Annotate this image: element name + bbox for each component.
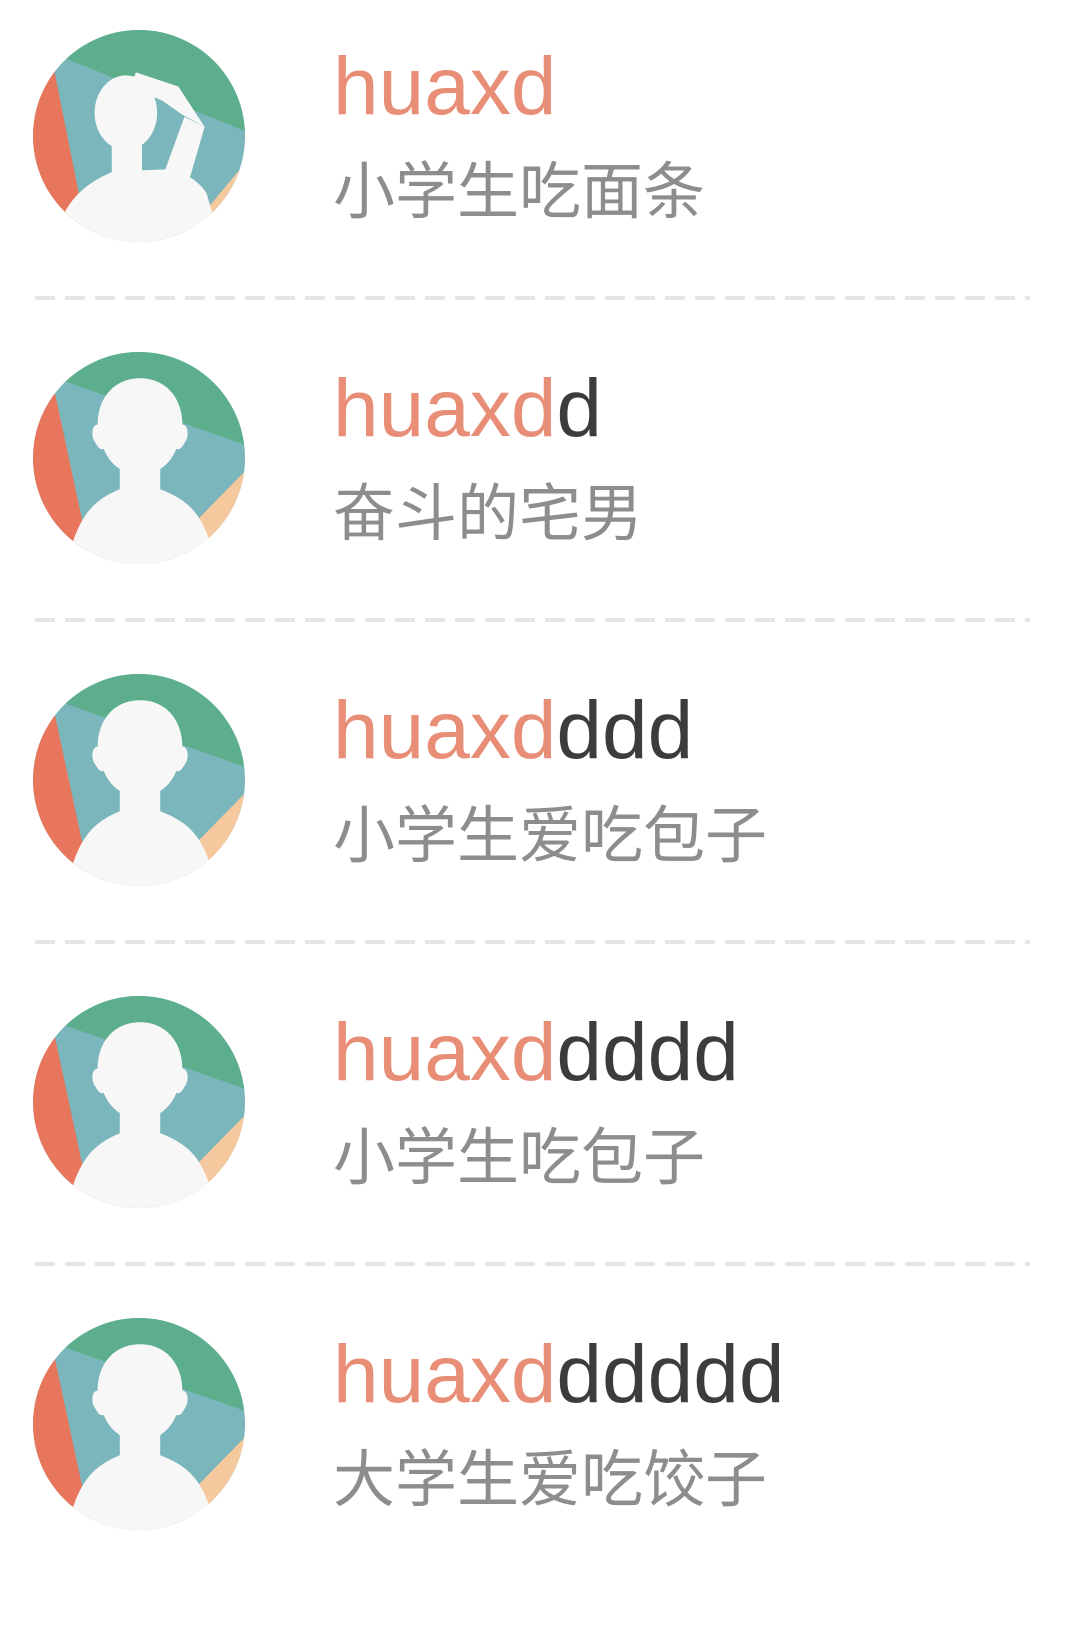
username-match: huaxd (333, 41, 557, 132)
username-match: huaxd (333, 1329, 557, 1420)
divider (35, 940, 1030, 944)
avatar (33, 996, 245, 1208)
person-silhouette-icon (33, 674, 245, 886)
user-list: huaxd 小学生吃面条 huaxdd 奋斗的宅男 huaxdddd 小学生爱吃… (0, 0, 1080, 1610)
username-rest: dddd (556, 1007, 739, 1098)
list-item[interactable]: huaxdddd 小学生爱吃包子 (0, 644, 1080, 966)
divider (35, 296, 1030, 300)
list-item[interactable]: huaxdddddd 大学生爱吃饺子 (0, 1288, 1080, 1610)
avatar (33, 1318, 245, 1530)
username-rest: d (556, 363, 603, 454)
user-signature: 奋斗的宅男 (333, 480, 644, 549)
divider (35, 618, 1030, 622)
salute-silhouette-icon (33, 30, 245, 242)
person-silhouette-icon (33, 352, 245, 564)
avatar (33, 352, 245, 564)
list-item[interactable]: huaxddddd 小学生吃包子 (0, 966, 1080, 1288)
list-item[interactable]: huaxd 小学生吃面条 (0, 0, 1080, 322)
user-signature: 小学生吃面条 (333, 158, 706, 227)
user-signature: 大学生爱吃饺子 (333, 1446, 768, 1515)
username: huaxd (333, 46, 556, 128)
person-silhouette-icon (33, 1318, 245, 1530)
username-match: huaxd (333, 363, 557, 454)
list-item[interactable]: huaxdd 奋斗的宅男 (0, 322, 1080, 644)
username: huaxdddd (333, 690, 693, 772)
user-signature: 小学生爱吃包子 (333, 802, 768, 871)
avatar (33, 674, 245, 886)
username-match: huaxd (333, 685, 557, 776)
username-rest: ddd (556, 685, 694, 776)
user-signature: 小学生吃包子 (333, 1124, 706, 1193)
username: huaxdd (333, 368, 602, 450)
divider (35, 1262, 1030, 1266)
username: huaxdddddd (333, 1334, 784, 1416)
username-match: huaxd (333, 1007, 557, 1098)
username-rest: ddddd (556, 1329, 785, 1420)
person-silhouette-icon (33, 996, 245, 1208)
username: huaxddddd (333, 1012, 739, 1094)
avatar (33, 30, 245, 242)
